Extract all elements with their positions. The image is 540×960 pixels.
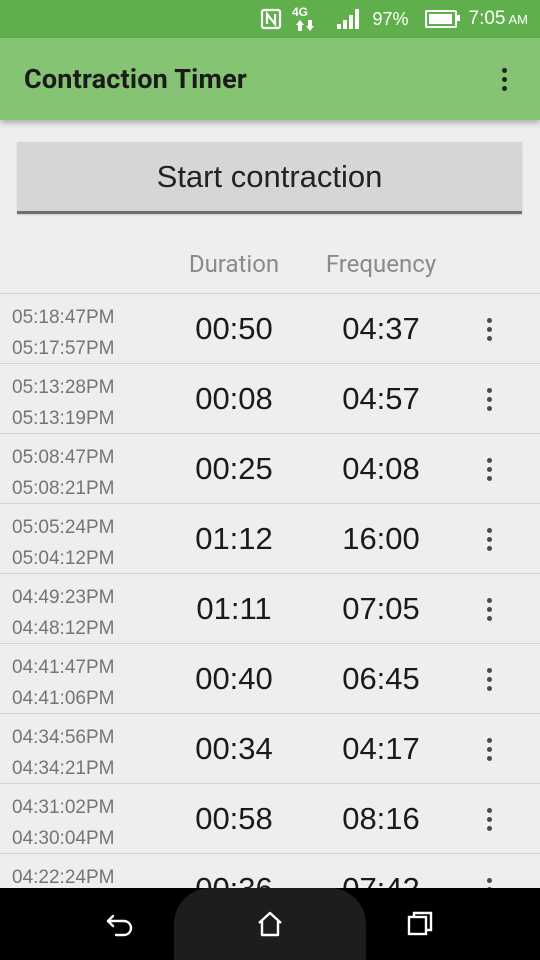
duration-value: 01:12 — [195, 521, 273, 556]
clock-ampm: AM — [508, 11, 529, 27]
contraction-row[interactable]: 04:34:56PM 04:34:21PM 00:34 04:17 — [0, 714, 540, 784]
duration-header: Duration — [188, 250, 280, 278]
end-time: 05:18:47PM — [12, 307, 115, 328]
contraction-row[interactable]: 05:05:24PM 05:04:12PM 01:12 16:00 — [0, 504, 540, 574]
navigation-bar — [0, 888, 540, 960]
row-more-vert-icon[interactable] — [478, 452, 500, 486]
duration-value: 00:08 — [195, 381, 273, 416]
app-bar: Contraction Timer — [0, 38, 540, 120]
row-more-vert-icon[interactable] — [478, 872, 500, 889]
row-more-vert-icon[interactable] — [478, 592, 500, 626]
start-time: 04:41:06PM — [12, 688, 115, 709]
clock-time: 7:05 — [468, 8, 506, 29]
start-time: 04:30:04PM — [12, 828, 115, 849]
duration-value: 00:40 — [195, 661, 273, 696]
duration-value: 01:11 — [196, 591, 272, 626]
duration-value: 00:34 — [195, 731, 273, 766]
duration-value: 00:58 — [195, 801, 273, 836]
frequency-value: 16:00 — [342, 521, 420, 556]
contraction-times: 04:22:24PM — [12, 862, 114, 889]
row-more-vert-icon[interactable] — [478, 382, 500, 416]
frequency-value: 07:05 — [342, 591, 420, 626]
contraction-times: 05:18:47PM 05:17:57PM — [12, 302, 114, 364]
end-time: 04:31:02PM — [12, 797, 115, 818]
start-time: 05:17:57PM — [12, 338, 115, 359]
contraction-row[interactable]: 04:22:24PM 00:36 07:42 — [0, 854, 540, 889]
network-label: 4G — [292, 5, 308, 19]
frequency-value: 04:17 — [342, 731, 420, 766]
end-time: 04:49:23PM — [12, 587, 115, 608]
row-more-vert-icon[interactable] — [478, 732, 500, 766]
contraction-times: 04:49:23PM 04:48:12PM — [12, 582, 114, 644]
frequency-value: 06:45 — [342, 661, 420, 696]
frequency-value: 08:16 — [342, 801, 420, 836]
contraction-row[interactable]: 05:18:47PM 05:17:57PM 00:50 04:37 — [0, 294, 540, 364]
contraction-row[interactable]: 05:13:28PM 05:13:19PM 00:08 04:57 — [0, 364, 540, 434]
end-time: 04:22:24PM — [12, 867, 115, 888]
duration-value: 00:25 — [195, 451, 273, 486]
end-time: 05:08:47PM — [12, 447, 115, 468]
contraction-times: 05:05:24PM 05:04:12PM — [12, 512, 114, 574]
row-more-vert-icon[interactable] — [478, 522, 500, 556]
end-time: 04:34:56PM — [12, 727, 115, 748]
nfc-icon — [260, 8, 282, 30]
network-4g-icon: 4G — [292, 5, 326, 33]
duration-value: 00:36 — [195, 871, 273, 889]
end-time: 05:05:24PM — [12, 517, 115, 538]
signal-icon — [336, 8, 362, 30]
column-headers: Duration Frequency — [0, 236, 540, 292]
contraction-row[interactable]: 04:49:23PM 04:48:12PM 01:11 07:05 — [0, 574, 540, 644]
start-time: 05:04:12PM — [12, 548, 115, 569]
contraction-list[interactable]: 05:18:47PM 05:17:57PM 00:50 04:37 05:13:28PM… — [0, 293, 540, 889]
row-more-vert-icon[interactable] — [478, 312, 500, 346]
status-bar: 4G 97% 7:05 AM — [0, 0, 540, 38]
end-time: 05:13:28PM — [12, 377, 115, 398]
contraction-times: 04:31:02PM 04:30:04PM — [12, 792, 114, 854]
end-time: 04:41:47PM — [12, 657, 115, 678]
contraction-times: 04:41:47PM 04:41:06PM — [12, 652, 114, 714]
app-title: Contraction Timer — [24, 63, 247, 95]
home-icon[interactable] — [254, 908, 286, 940]
battery-percent: 97% — [372, 8, 409, 29]
battery-icon — [419, 10, 460, 28]
frequency-header: Frequency — [325, 250, 437, 278]
start-contraction-button[interactable]: Start contraction — [17, 142, 522, 214]
more-vert-icon[interactable] — [492, 59, 516, 99]
frequency-value: 04:08 — [342, 451, 420, 486]
frequency-value: 04:37 — [342, 311, 420, 346]
frequency-value: 04:57 — [342, 381, 420, 416]
contraction-row[interactable]: 04:31:02PM 04:30:04PM 00:58 08:16 — [0, 784, 540, 854]
duration-value: 00:50 — [195, 311, 273, 346]
row-more-vert-icon[interactable] — [478, 662, 500, 696]
start-time: 04:34:21PM — [12, 758, 115, 779]
contraction-times: 05:08:47PM 05:08:21PM — [12, 442, 114, 504]
contraction-times: 05:13:28PM 05:13:19PM — [12, 372, 114, 434]
contraction-times: 04:34:56PM 04:34:21PM — [12, 722, 114, 784]
start-time: 04:48:12PM — [12, 618, 115, 639]
start-time: 05:13:19PM — [12, 408, 115, 429]
start-time: 05:08:21PM — [12, 478, 115, 499]
recents-icon[interactable] — [404, 908, 436, 940]
clock: 7:05 AM — [469, 8, 528, 30]
back-icon[interactable] — [104, 908, 136, 940]
row-more-vert-icon[interactable] — [478, 802, 500, 836]
contraction-row[interactable]: 04:41:47PM 04:41:06PM 00:40 06:45 — [0, 644, 540, 714]
frequency-value: 07:42 — [342, 871, 420, 889]
contraction-row[interactable]: 05:08:47PM 05:08:21PM 00:25 04:08 — [0, 434, 540, 504]
